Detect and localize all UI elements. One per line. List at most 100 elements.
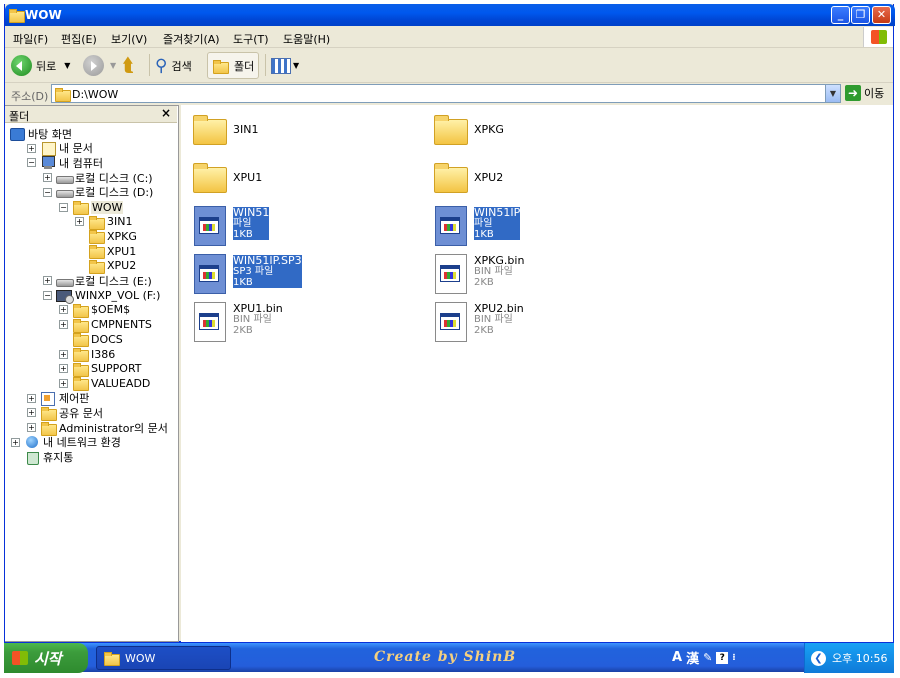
folder-item[interactable]: XPKG [432,109,504,153]
menu-help[interactable]: 도움말(H) [283,31,330,47]
expand-button[interactable]: + [43,276,52,285]
views-button[interactable]: ▼ [271,52,299,79]
computer-icon [40,155,56,170]
folder-icon [432,157,468,197]
explorer-window: WOW _ ❐ ✕ 파일(F) 편집(E) 보기(V) 즐겨찾기(A) 도구(T… [4,4,895,642]
tree-item[interactable]: DOCS [59,332,123,348]
collapse-button[interactable]: − [43,290,52,300]
ime-help-icon[interactable]: ? [716,651,729,664]
file-name: WIN51IP [474,206,521,219]
tree-item[interactable]: + 내 문서 [27,141,93,157]
start-button[interactable]: 시작 [4,643,88,673]
file-icon [191,253,227,294]
address-label: 주소(D) [11,90,49,103]
ime-hanja-button[interactable]: 漢 [686,648,699,667]
file-item[interactable]: XPKG.bin BIN 파일 2KB [432,253,524,297]
folder-icon [72,362,89,377]
minimize-button[interactable]: _ [831,6,850,24]
expand-button[interactable]: + [43,173,52,183]
tree-item[interactable]: + 로컬 디스크 (E:) [43,273,152,288]
tree-item[interactable]: − 로컬 디스크 (D:) [43,185,153,200]
tree-item[interactable]: − WINXP_VOL (F:) [43,288,160,305]
close-pane-button[interactable]: × [161,106,171,120]
expand-button[interactable]: + [27,143,36,153]
ime-tool-icon[interactable]: ✎ [703,651,712,664]
chevron-down-icon[interactable]: ▼ [293,61,299,70]
tree-item[interactable]: + I386 [59,347,115,362]
expand-button[interactable]: + [59,364,68,374]
folder-icon [212,59,229,74]
forward-button[interactable]: ▼ [83,52,116,79]
tree-item[interactable]: − 내 컴퓨터 [27,155,103,170]
tree-item[interactable]: + Administrator의 문서 [27,420,168,436]
expand-button[interactable]: + [27,408,36,418]
tree-item[interactable]: + 제어판 [27,391,89,407]
tree-item[interactable]: XPU2 [75,258,137,274]
tree-item[interactable]: + SUPPORT [59,361,142,377]
search-button[interactable]: ⚲ 검색 [155,52,192,79]
expand-button[interactable]: + [59,378,68,388]
tree-item-label: VALUEADD [91,376,151,390]
tree-item[interactable]: +3IN1 [75,214,132,230]
tree-item[interactable]: + VALUEADD [59,376,151,392]
tree-item[interactable]: 바탕 화면 [9,126,72,141]
expand-button[interactable]: + [75,217,84,227]
chevron-down-icon[interactable]: ▼ [64,61,70,70]
chevron-down-icon[interactable]: ▼ [110,61,116,70]
tree-item-label: $OEM$ [91,303,131,317]
collapse-button[interactable]: − [59,202,68,212]
tray-expand-icon[interactable]: ❮ [811,650,826,666]
expand-button[interactable]: + [27,423,36,432]
tree-item[interactable]: + 내 네트워크 환경 [11,435,121,450]
tree-item[interactable]: XPU1 [75,244,136,260]
menu-tools[interactable]: 도구(T) [233,31,269,47]
collapse-button[interactable]: − [43,187,52,197]
control-panel-icon [40,391,56,407]
folder-item[interactable]: XPU1 [191,157,262,201]
folder-icon [88,259,105,274]
tree-item-label: XPU2 [107,259,137,273]
tree-item[interactable]: + 로컬 디스크 (C:) [43,170,153,185]
menu-edit[interactable]: 편집(E) [61,31,97,47]
expand-button[interactable]: + [59,320,68,330]
address-dropdown-button[interactable]: ▼ [825,85,840,102]
expand-button[interactable]: + [11,437,20,447]
folders-button[interactable]: 폴더 [207,52,260,79]
file-item[interactable]: XPU2.bin BIN 파일 2KB [432,301,524,345]
up-folder-button[interactable]: ⮬ [123,52,134,79]
ime-options-icon[interactable]: ⁝ [732,653,735,663]
tree-item[interactable]: + $OEM$ [59,302,131,318]
back-arrow-icon [11,55,32,76]
tree-item[interactable]: + 공유 문서 [27,405,103,421]
expand-button[interactable]: + [27,393,36,403]
tree-item[interactable]: + CMPNENTS [59,317,152,333]
tree-item[interactable]: 휴지통 [11,449,73,465]
file-size: 1KB [233,229,270,240]
folder-item[interactable]: 3IN1 [191,109,258,153]
taskbar-item-wow[interactable]: WOW [96,646,231,670]
file-item[interactable]: WIN51IP.SP3 SP3 파일 1KB [191,253,302,297]
tree-item-label: DOCS [91,332,123,346]
window-title: WOW [25,8,62,22]
menu-file[interactable]: 파일(F) [13,31,48,47]
maximize-button[interactable]: ❐ [851,6,870,24]
file-item[interactable]: WIN51 파일 1KB [191,205,270,249]
expand-button[interactable]: + [59,305,68,315]
back-button[interactable]: 뒤로 ▼ [11,52,70,79]
file-kind: SP3 파일 [233,266,302,277]
folder-item[interactable]: XPU2 [432,157,503,201]
file-item[interactable]: XPU1.bin BIN 파일 2KB [191,301,283,345]
file-item[interactable]: WIN51IP 파일 1KB [432,205,521,249]
tree-item[interactable]: − WOW [59,200,124,215]
address-input[interactable]: D:\WOW ▼ [51,84,841,103]
menu-favorites[interactable]: 즐겨찾기(A) [163,31,220,47]
file-details: WIN51IP 파일 1KB [474,205,521,249]
expand-button[interactable]: + [59,349,68,359]
go-button[interactable]: ➜ 이동 [845,85,884,101]
title-bar[interactable]: WOW _ ❐ ✕ [5,4,895,26]
close-button[interactable]: ✕ [872,6,891,24]
ime-language-button[interactable]: A [672,650,682,665]
collapse-button[interactable]: − [27,158,36,168]
tree-item[interactable]: XPKG [75,229,137,245]
menu-view[interactable]: 보기(V) [111,31,147,47]
